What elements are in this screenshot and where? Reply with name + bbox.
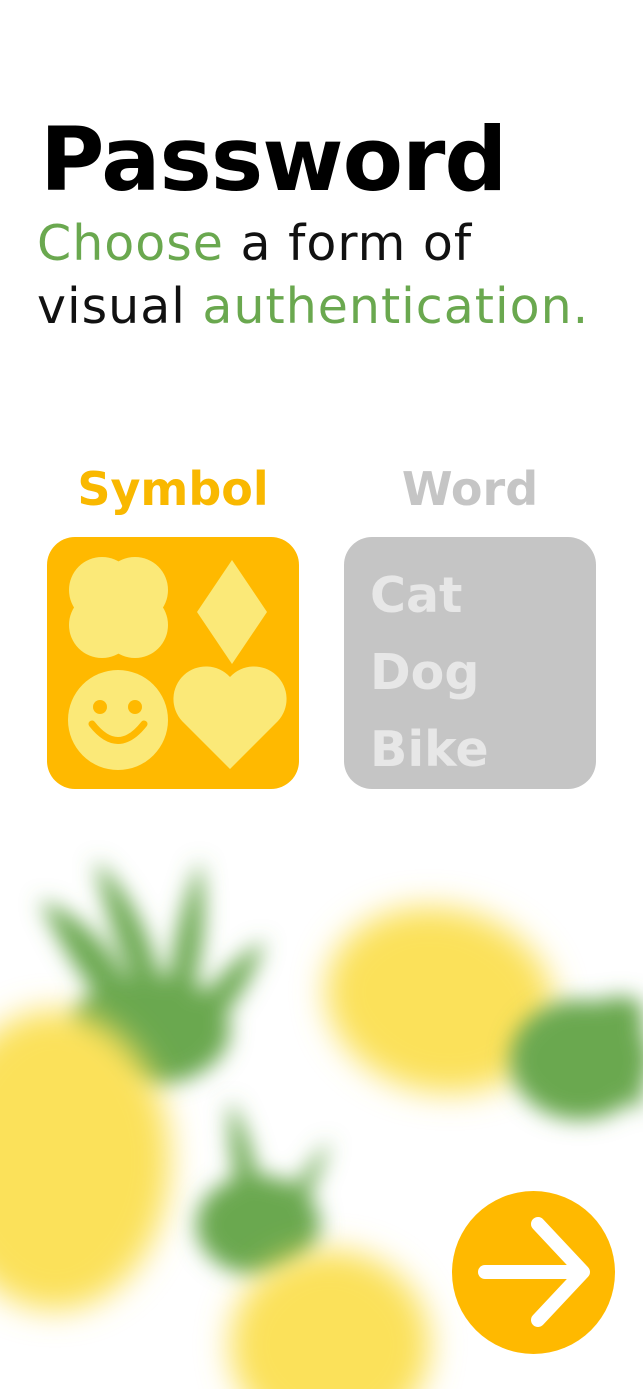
subtitle-highlight-authentication: authentication. (202, 278, 590, 335)
word-bike: Bike (370, 721, 489, 778)
word-dog: Dog (370, 644, 480, 701)
heart-icon (173, 666, 287, 769)
word-option-label[interactable]: Word (344, 462, 596, 516)
smiley-icon (68, 670, 168, 770)
page-title: Password (40, 108, 507, 211)
word-cat: Cat (370, 567, 463, 624)
page-subtitle: Choose a form of visual authentication. (37, 212, 589, 338)
diamond-icon (197, 560, 267, 664)
clover-icon (69, 557, 168, 658)
word-list: Cat Dog Bike (370, 557, 489, 788)
subtitle-text-visual: visual (37, 278, 203, 335)
arrow-right-icon (478, 1217, 590, 1327)
subtitle-text-a-form-of: a form of (223, 215, 473, 272)
symbol-option-card[interactable] (47, 537, 299, 789)
next-button[interactable] (452, 1191, 615, 1354)
subtitle-highlight-choose: Choose (37, 215, 224, 272)
word-option-card[interactable]: Cat Dog Bike (344, 537, 596, 789)
symbol-option-label[interactable]: Symbol (47, 462, 299, 516)
